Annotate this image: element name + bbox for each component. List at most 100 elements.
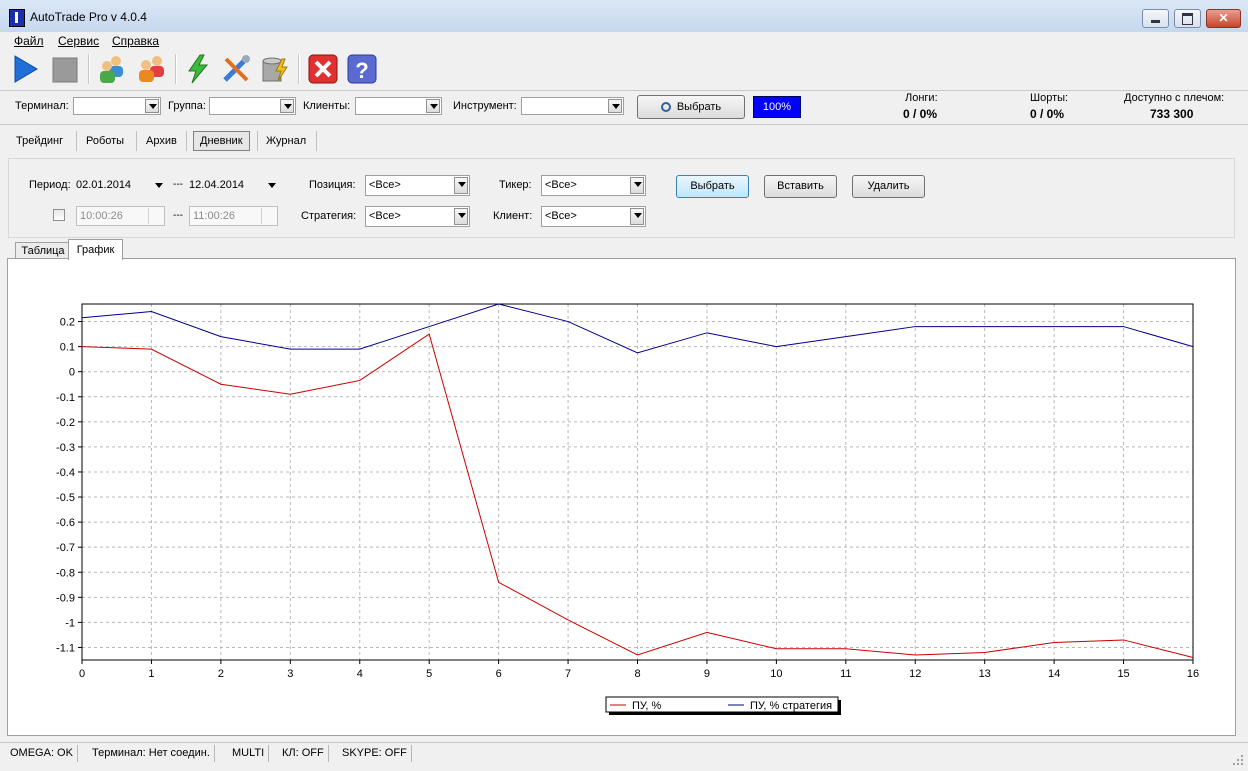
tab-diary[interactable]: Дневник — [193, 131, 250, 151]
date-from-value: 02.01.2014 — [76, 179, 132, 191]
y-tick-label: -0.1 — [56, 392, 75, 404]
y-tick-label: -0.9 — [56, 592, 75, 604]
subtab-chart[interactable]: График — [68, 239, 123, 260]
time-filter-checkbox[interactable] — [53, 209, 65, 221]
stop-button[interactable] — [50, 53, 80, 85]
database-icon — [262, 57, 288, 82]
filter-select-label: Выбрать — [676, 101, 722, 113]
terminal-combo[interactable] — [73, 97, 161, 115]
help-button[interactable]: ? — [346, 53, 377, 85]
longs-label: Лонги: — [905, 92, 938, 104]
x-tick-label: 14 — [1048, 668, 1060, 680]
client-combo[interactable]: <Все> — [541, 206, 646, 227]
users-group-button[interactable] — [135, 53, 165, 85]
strategy-label: Стратегия: — [301, 210, 357, 222]
database-button[interactable] — [258, 53, 288, 85]
ticker-value: <Все> — [545, 179, 577, 191]
y-tick-label: -1.1 — [56, 642, 75, 654]
y-tick-label: 0.1 — [60, 342, 75, 354]
menu-service[interactable]: Сервис — [58, 34, 99, 48]
period-label: Период: — [29, 179, 71, 191]
menu-bar — [0, 32, 1248, 50]
chevron-down-icon — [608, 99, 622, 113]
position-value: <Все> — [369, 179, 401, 191]
x-tick-label: 0 — [79, 668, 85, 680]
users-icon — [100, 56, 123, 83]
diary-delete-button[interactable]: Удалить — [852, 175, 925, 198]
client-value: <Все> — [545, 210, 577, 222]
diary-insert-button[interactable]: Вставить — [764, 175, 837, 198]
tab-archive[interactable]: Архив — [146, 131, 177, 151]
ticker-combo[interactable]: <Все> — [541, 175, 646, 196]
x-tick-label: 8 — [634, 668, 640, 680]
date-from-picker[interactable]: 02.01.2014 — [76, 174, 165, 196]
y-tick-label: -0.3 — [56, 442, 75, 454]
minimize-icon — [1151, 20, 1160, 23]
available-label: Доступно с плечом: — [1124, 92, 1225, 104]
x-tick-label: 16 — [1187, 668, 1199, 680]
x-tick-label: 9 — [704, 668, 710, 680]
group-label: Группа: — [168, 100, 206, 112]
chevron-down-icon — [454, 208, 468, 225]
diary-select-button[interactable]: Выбрать — [676, 175, 749, 198]
y-tick-label: 0.2 — [60, 317, 75, 329]
x-tick-label: 7 — [565, 668, 571, 680]
tab-trading[interactable]: Трейдинг — [16, 131, 63, 151]
instrument-combo[interactable] — [521, 97, 624, 115]
chevron-down-icon — [280, 99, 294, 113]
strategy-combo[interactable]: <Все> — [365, 206, 470, 227]
tools-button[interactable] — [220, 53, 250, 85]
position-combo[interactable]: <Все> — [365, 175, 470, 196]
toolbar-separator — [298, 54, 300, 84]
svg-text:?: ? — [355, 58, 368, 83]
instrument-label: Инструмент: — [453, 100, 517, 112]
time-to-input[interactable]: 11:00:26 — [189, 206, 278, 226]
y-tick-label: -0.8 — [56, 567, 75, 579]
clients-label: Клиенты: — [303, 100, 351, 112]
status-terminal: Терминал: Нет соедин. — [88, 745, 215, 762]
chevron-down-icon — [155, 183, 163, 188]
time-from-input[interactable]: 10:00:26 — [76, 206, 165, 226]
menu-help[interactable]: Справка — [112, 34, 159, 48]
time-separator: --- — [173, 210, 183, 221]
clients-combo[interactable] — [355, 97, 442, 115]
minimize-button[interactable] — [1142, 9, 1169, 28]
lightning-button[interactable] — [183, 53, 213, 85]
divider — [0, 90, 1248, 91]
maximize-button[interactable] — [1174, 9, 1201, 28]
group-combo[interactable] — [209, 97, 296, 115]
exit-button[interactable] — [307, 53, 338, 85]
tab-journal[interactable]: Журнал — [266, 131, 306, 151]
client-label: Клиент: — [493, 210, 533, 222]
shorts-value: 0 / 0% — [1030, 107, 1065, 121]
tab-separator — [136, 131, 137, 151]
y-tick-label: -0.6 — [56, 517, 75, 529]
chevron-down-icon — [630, 177, 644, 194]
lightning-icon — [188, 54, 209, 84]
progress-indicator: 100% — [753, 96, 801, 118]
status-multi: MULTI — [228, 745, 270, 762]
chevron-down-icon — [426, 99, 440, 113]
y-tick-label: -0.4 — [56, 467, 75, 479]
x-tick-label: 13 — [979, 668, 991, 680]
title-bar — [0, 0, 1248, 33]
users-button[interactable] — [96, 53, 126, 85]
resize-grip-icon[interactable] — [1232, 754, 1244, 766]
toolbar-separator — [175, 54, 177, 84]
date-to-picker[interactable]: 12.04.2014 — [189, 174, 278, 196]
tab-separator — [186, 131, 187, 151]
play-button[interactable] — [10, 53, 40, 85]
menu-file[interactable]: Файл — [14, 34, 44, 48]
x-tick-label: 2 — [218, 668, 224, 680]
toolbar-separator — [88, 54, 90, 84]
tab-robots[interactable]: Роботы — [86, 131, 124, 151]
spinner-icon — [261, 208, 276, 224]
close-button[interactable]: ✕ — [1206, 9, 1241, 28]
stop-icon — [52, 57, 78, 83]
filter-select-button[interactable]: Выбрать — [637, 95, 745, 119]
chevron-down-icon — [630, 208, 644, 225]
line-chart: 0.2 0.1 0 -0.1 -0.2 -0.3 -0.4 -0.5 -0.6 -0.7 -0.8 -… — [56, 303, 1199, 715]
date-separator: --- — [173, 179, 183, 190]
close-icon: ✕ — [1218, 11, 1229, 25]
chevron-down-icon — [454, 177, 468, 194]
